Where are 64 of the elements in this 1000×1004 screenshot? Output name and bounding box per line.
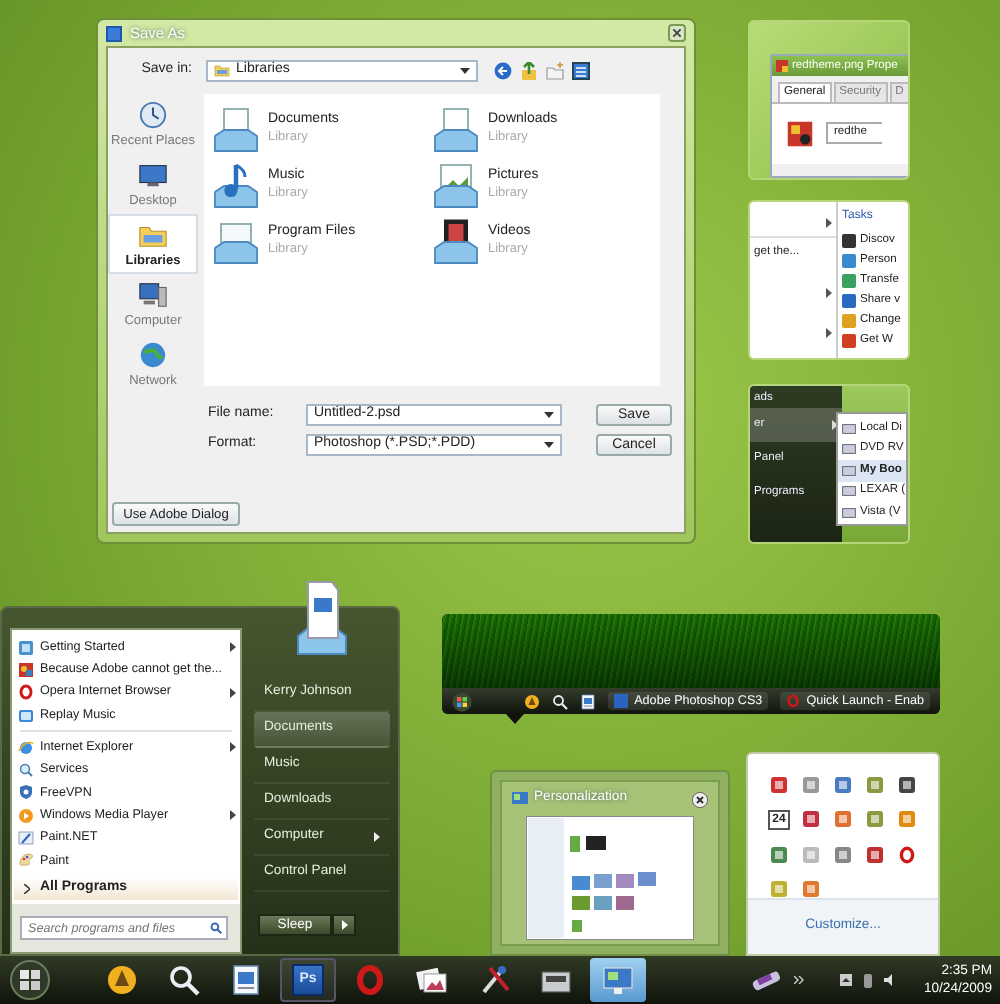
arrow-icon — [230, 742, 236, 753]
e-globe-icon — [18, 739, 34, 756]
document-icon[interactable] — [580, 693, 597, 709]
globe-icon — [138, 339, 168, 370]
search-icon — [210, 922, 222, 934]
tools-icon — [478, 964, 510, 996]
monitor-icon — [138, 159, 168, 190]
ring-icon — [18, 684, 34, 701]
film-icon[interactable] — [432, 217, 480, 265]
speaker-icon[interactable] — [883, 974, 896, 986]
folder-icon — [214, 62, 230, 78]
arrow-icon — [832, 420, 838, 430]
app-icon — [106, 25, 122, 41]
arrow-icon — [826, 327, 832, 337]
ring-icon — [354, 964, 386, 996]
arrow-icon — [341, 920, 347, 930]
app-icon — [18, 707, 34, 724]
document-icon — [230, 964, 262, 996]
image-icon — [18, 661, 34, 678]
ring-icon — [786, 693, 801, 708]
brush-icon — [18, 830, 34, 847]
close-button[interactable] — [692, 791, 708, 807]
photo-stack-icon — [416, 964, 448, 996]
display-icon — [602, 964, 634, 996]
cone-icon — [106, 964, 138, 996]
chevron-icon[interactable] — [793, 976, 804, 984]
window-icon — [18, 639, 34, 656]
play-icon — [18, 807, 34, 824]
caret-icon — [544, 442, 554, 448]
arrow-icon — [230, 810, 236, 821]
back-icon[interactable] — [494, 61, 512, 79]
ring-icon[interactable] — [898, 846, 916, 864]
arrow-icon — [826, 287, 832, 297]
up-folder-icon[interactable] — [520, 61, 538, 79]
caret-icon — [544, 412, 554, 418]
power-options-button[interactable] — [332, 914, 356, 936]
app-icon — [614, 693, 629, 708]
magnifier-icon — [18, 762, 34, 779]
network-icon[interactable] — [863, 973, 872, 987]
monitor-icon — [512, 792, 528, 806]
arrow-icon — [230, 642, 236, 653]
chevron-icon — [24, 883, 30, 894]
start-orb-icon[interactable] — [452, 691, 472, 711]
caret-icon — [460, 67, 470, 73]
clock-icon — [138, 99, 168, 130]
music-note-icon[interactable] — [212, 161, 260, 209]
search-icon[interactable] — [552, 693, 569, 709]
start-orb-icon[interactable] — [10, 960, 50, 1000]
arrow-icon — [374, 832, 380, 842]
cone-icon[interactable] — [524, 693, 541, 709]
image-file-icon — [786, 119, 814, 148]
close-button[interactable] — [668, 24, 686, 42]
arrow-icon — [230, 687, 236, 698]
image-icon — [776, 60, 788, 72]
flag-icon[interactable] — [839, 974, 852, 986]
callout-pointer — [506, 714, 524, 724]
shield-icon — [18, 784, 34, 801]
palette-icon — [18, 852, 34, 869]
picture-icon[interactable] — [432, 161, 480, 209]
computer-icon — [138, 279, 168, 310]
arrow-icon — [826, 218, 832, 228]
document-tile-icon — [294, 580, 350, 660]
view-menu-icon[interactable] — [572, 61, 590, 79]
search-icon — [168, 964, 200, 996]
